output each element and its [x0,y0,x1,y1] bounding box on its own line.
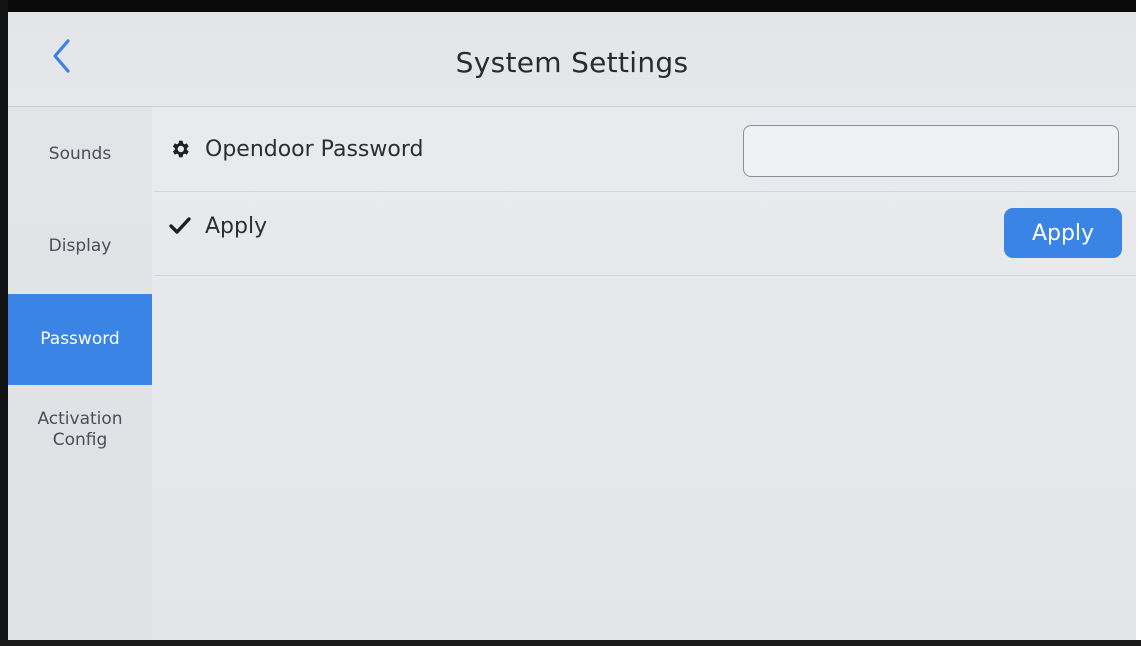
checkmark-icon [167,213,193,239]
sidebar-item-activation-config[interactable]: Activation Config [8,401,152,459]
setting-label-row: Opendoor Password [167,129,423,169]
settings-screen: System Settings Sounds Display Password … [8,12,1136,640]
page-title: System Settings [455,46,689,79]
setting-row-opendoor-password: Opendoor Password [155,107,1136,192]
sidebar-item-display[interactable]: Display [8,202,152,292]
setting-row-apply: Apply Apply [155,192,1136,276]
bezel-left [0,0,8,646]
sidebar-item-label: Password [40,328,120,349]
opendoor-password-input[interactable] [743,125,1119,177]
setting-label: Apply [205,213,268,239]
setting-label: Opendoor Password [205,136,424,162]
sidebar-item-label: Activation Config [37,408,123,450]
setting-label-row: Apply [167,206,267,246]
sidebar-item-password[interactable]: Password [8,294,152,385]
settings-panel: Opendoor Password Apply Apply [155,107,1136,640]
sidebar-item-label: Display [48,236,112,257]
apply-button[interactable]: Apply [1004,208,1122,258]
device-frame: System Settings Sounds Display Password … [0,0,1141,646]
header-bar: System Settings [8,12,1136,107]
bezel-right [1136,0,1141,646]
bezel-bottom [0,640,1141,646]
gear-icon [167,136,193,162]
sidebar-item-sounds[interactable]: Sounds [8,107,152,202]
sidebar: Sounds Display Password Activation Confi… [8,107,152,640]
sidebar-item-label: Sounds [48,143,112,164]
bezel-top [0,0,1141,12]
